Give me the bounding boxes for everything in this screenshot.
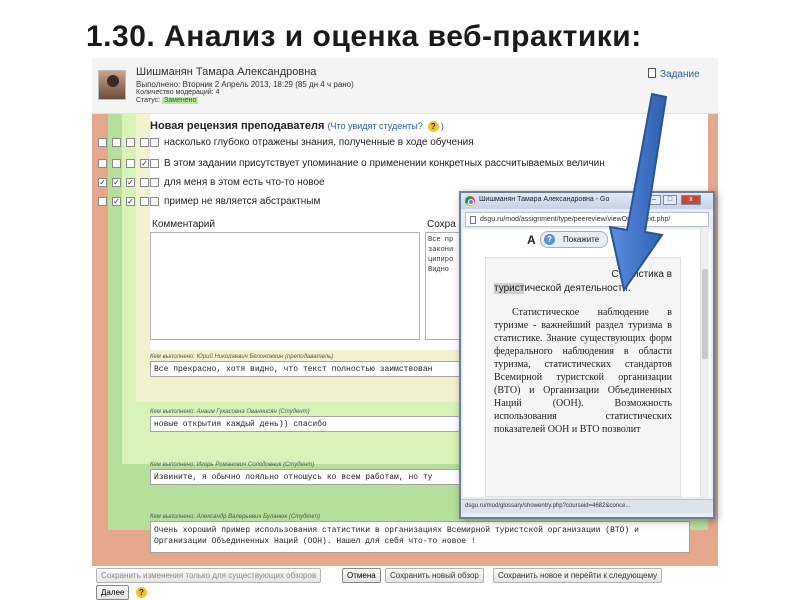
criterion-3-checkbox-new[interactable] <box>150 178 159 187</box>
moderation-count: Количество модераций: 4 <box>136 89 220 96</box>
new-review-title-text: Новая рецензия преподавателя <box>150 120 325 132</box>
next-help-icon[interactable]: ? <box>136 587 147 598</box>
popup-scroll-thumb[interactable] <box>702 269 708 359</box>
status-badge: Заменено <box>162 97 199 104</box>
avatar <box>98 70 126 100</box>
criterion-3-checkbox-2[interactable] <box>112 178 121 187</box>
save-existing-button[interactable]: Сохранить изменения только для существую… <box>96 568 322 583</box>
popup-heading-letter: А <box>527 233 536 247</box>
review-3-comment[interactable]: Извините, я обычно лояльно отношусь ко в… <box>150 469 510 485</box>
glossary-highlight[interactable]: турист <box>494 283 525 294</box>
author-name: Шишманян Тамара Александровна <box>136 66 317 78</box>
criterion-3-checkbox-1[interactable] <box>98 178 107 187</box>
save-new-next-button[interactable]: Сохранить новое и перейти к следующему <box>493 568 663 583</box>
criterion-2-checkbox-new[interactable] <box>150 159 159 168</box>
comment-textarea[interactable] <box>150 232 420 340</box>
criterion-1-checkbox-1[interactable] <box>98 138 107 147</box>
criterion-2-checkbox-1[interactable] <box>98 159 107 168</box>
criterion-2-checkbox-2[interactable] <box>112 159 121 168</box>
popup-status-bar: dsgu.ru/mod/glossary/showentry.php?cours… <box>461 499 713 513</box>
criterion-4-checkbox-new[interactable] <box>150 197 159 206</box>
review-1-comment[interactable]: Все прекрасно, хотя видно, что текст пол… <box>150 361 510 377</box>
criterion-2-checkbox-4[interactable] <box>140 159 149 168</box>
criterion-1-checkbox-2[interactable] <box>112 138 121 147</box>
close-button[interactable]: x <box>681 195 701 205</box>
question-icon: ? <box>544 234 555 245</box>
review-4-author: Кем выполнено: Александр Валерьевич Була… <box>150 514 321 520</box>
criterion-4-checkbox-4[interactable] <box>140 197 149 206</box>
show-glossary-label: Покажите <box>563 235 600 244</box>
task-link-label: Задание <box>660 69 700 80</box>
save-new-button[interactable]: Сохранить новый обзор <box>385 568 484 583</box>
criterion-3-checkbox-3[interactable] <box>126 178 135 187</box>
popup-scrollbar[interactable] <box>700 229 709 497</box>
criterion-1-checkbox-new[interactable] <box>150 138 159 147</box>
saved-label: Сохра <box>427 219 456 230</box>
page-icon <box>470 216 476 224</box>
review-4-comment[interactable]: Очень хороший пример использования стати… <box>150 521 690 553</box>
criterion-3-label: для меня в этом есть что-то новое <box>164 177 325 188</box>
popup-title: Шишманян Тамара Александровна - Go <box>479 196 610 203</box>
document-icon <box>648 68 656 78</box>
who-sees-close: ) <box>440 121 444 131</box>
chrome-icon <box>465 196 475 206</box>
criterion-4-checkbox-1[interactable] <box>98 197 107 206</box>
review-3-author: Кем выполнено: Игорь Романович Солодовни… <box>150 462 315 468</box>
criterion-4-checkbox-3[interactable] <box>126 197 135 206</box>
annotation-arrow <box>608 92 668 292</box>
review-2-author: Кем выполнено: Анаим Гукасовна Ованнисян… <box>150 409 310 415</box>
next-button[interactable]: Далее <box>96 585 130 600</box>
status-line: Статус: Заменено <box>136 97 199 104</box>
status-label: Статус: <box>136 97 161 104</box>
review-1-author: Кем выполнено: Юрий Николаевич Белоножки… <box>150 354 334 360</box>
task-link[interactable]: Задание <box>648 68 700 80</box>
new-review-title: Новая рецензия преподавателя (Что увидят… <box>150 120 444 132</box>
criterion-1-checkbox-3[interactable] <box>126 138 135 147</box>
comment-label: Комментарий <box>152 219 215 230</box>
slide-title: 1.30. Анализ и оценка веб-практики: <box>86 20 642 53</box>
cancel-button[interactable]: Отмена <box>342 568 381 583</box>
criterion-3-checkbox-4[interactable] <box>140 178 149 187</box>
arrow-shape <box>608 92 668 292</box>
document-page: Статистика в туристической деятельности.… <box>485 257 681 497</box>
criterion-2-label: В этом задании присутствует упоминание о… <box>164 158 605 169</box>
criterion-2-checkbox-3[interactable] <box>126 159 135 168</box>
submitted-time: Выполнено: Вторник 2 Апрель 2013, 18:29 … <box>136 80 354 89</box>
criterion-4-checkbox-2[interactable] <box>112 197 121 206</box>
criterion-1-label: насколько глубоко отражены знания, получ… <box>164 137 474 148</box>
help-icon[interactable]: ? <box>427 120 439 132</box>
criterion-1-checkbox-4[interactable] <box>140 138 149 147</box>
criterion-4-label: пример не является абстрактным <box>164 196 321 207</box>
who-sees-link[interactable]: Что увидят студенты? <box>330 121 422 131</box>
review-2-comment[interactable]: новые открытия каждый день)) спасибо <box>150 416 510 432</box>
document-paragraph: Статистическое наблюдение в туризме - ва… <box>494 307 672 435</box>
